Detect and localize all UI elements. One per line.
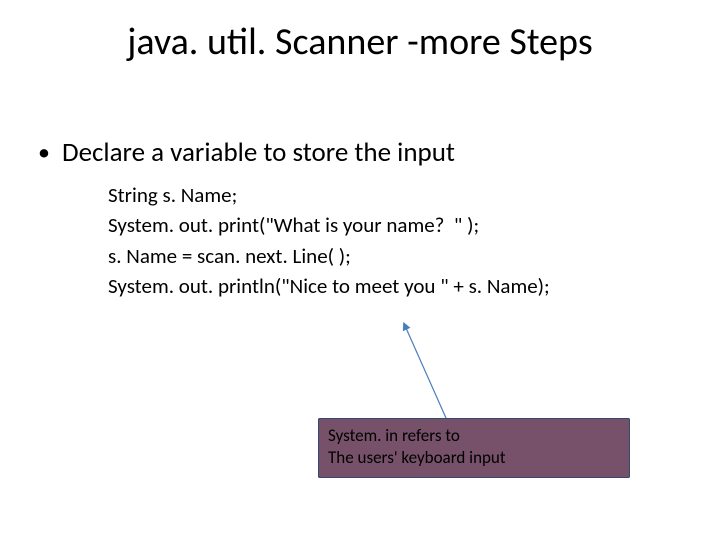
callout-line-1: System. in refers to xyxy=(328,425,622,447)
code-block: String s. Name; System. out. print("What… xyxy=(108,180,684,302)
code-line-4: System. out. println("Nice to meet you "… xyxy=(108,271,684,301)
slide-title: java. util. Scanner -more Steps xyxy=(0,22,720,64)
bullet-text: Declare a variable to store the input xyxy=(62,136,455,170)
bullet-dot: • xyxy=(36,136,50,170)
callout-line-2: The users' keyboard input xyxy=(328,447,622,469)
arrow-icon xyxy=(398,322,458,422)
callout-text: System. in refers to The users' keyboard… xyxy=(328,425,622,469)
bullet-item: • Declare a variable to store the input xyxy=(36,136,684,170)
code-line-2: System. out. print("What is your name? "… xyxy=(108,210,684,240)
code-line-3: s. Name = scan. next. Line( ); xyxy=(108,241,684,271)
code-line-1: String s. Name; xyxy=(108,180,684,210)
slide-body: • Declare a variable to store the input … xyxy=(36,136,684,302)
callout-box: System. in refers to The users' keyboard… xyxy=(318,418,630,478)
slide: java. util. Scanner -more Steps • Declar… xyxy=(0,0,720,540)
